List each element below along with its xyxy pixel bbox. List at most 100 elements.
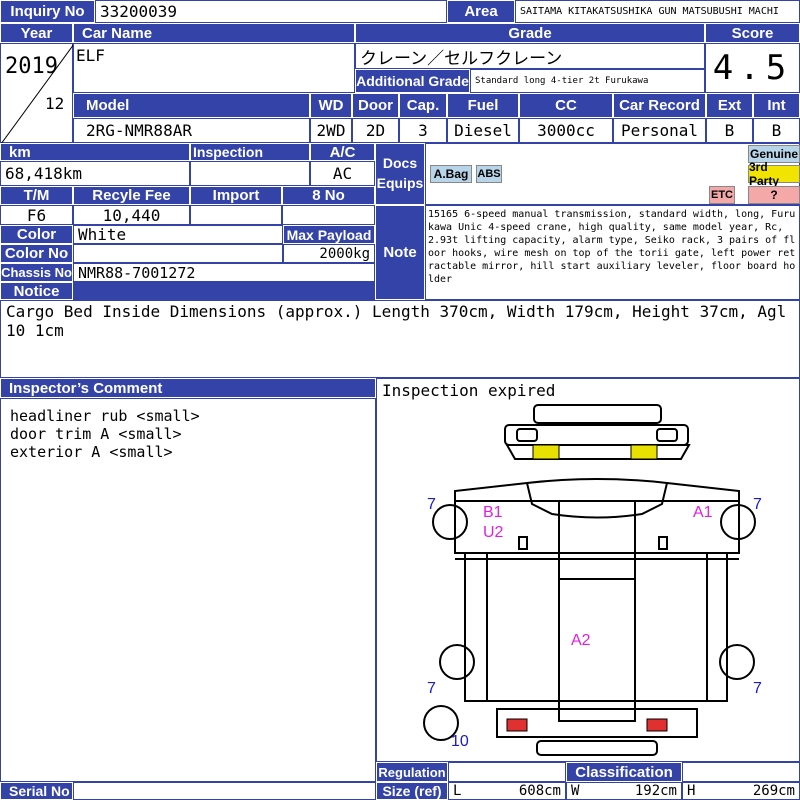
- mark-u2: U2: [483, 524, 504, 541]
- cap-value: 3: [399, 118, 447, 143]
- tm-value: F6: [0, 205, 73, 225]
- recycle-fee-value: 10,440: [73, 205, 190, 225]
- headlight-right: [630, 444, 658, 460]
- ac-value: AC: [310, 161, 375, 186]
- classification-label: Classification: [566, 762, 682, 782]
- inspector-comment-label: Inspector’s Comment: [0, 378, 376, 398]
- color-label: Color: [0, 225, 73, 244]
- comment-line: exterior A <small>: [10, 443, 173, 461]
- tire-front-left: [432, 504, 468, 540]
- headlight-left: [532, 444, 560, 460]
- area-value: SAITAMA KITAKATSUSHIKA GUN MATSUBUSHI MA…: [515, 0, 800, 23]
- note-value: 15165 6-speed manual transmission, stand…: [425, 205, 800, 300]
- inquiry-value: 33200039: [95, 0, 447, 23]
- year-label: Year: [0, 23, 73, 43]
- area-label: Area: [447, 0, 515, 23]
- inquiry-label: Inquiry No: [0, 0, 95, 23]
- notice-label: Notice: [0, 282, 73, 300]
- max-payload-label: Max Payload: [283, 225, 375, 244]
- tire-label-rr: 7: [753, 680, 762, 697]
- etc-badge: ETC: [709, 186, 735, 204]
- tire-rear-right: [719, 644, 755, 680]
- tire-label-fl: 7: [427, 496, 436, 513]
- cab-top: [454, 478, 740, 501]
- grade-value: クレーン／セルフクレーン: [355, 43, 705, 69]
- classification-value: [682, 762, 800, 782]
- size-ref-label: Size (ref): [376, 782, 448, 800]
- car-record-label: Car Record: [613, 93, 706, 118]
- equips-panel: A.Bag ABS Genuine 3rd Party ETC ?: [425, 143, 800, 205]
- tire-label-rl: 7: [427, 680, 436, 697]
- comment-line: door trim A <small>: [10, 425, 182, 443]
- ext-label: Ext: [706, 93, 753, 118]
- chassis-label: Chassis No: [0, 263, 73, 282]
- size-l-label: L: [453, 783, 462, 799]
- truck-diagram: B1 U2 A1 A2 7 7 7 7 10: [423, 404, 762, 756]
- color-value: White: [73, 225, 283, 244]
- abag-badge: A.Bag: [430, 165, 472, 183]
- mark-b1: B1: [483, 504, 503, 521]
- wd-label: WD: [310, 93, 352, 118]
- regulation-value: [448, 762, 566, 782]
- cc-value: 3000cc: [519, 118, 613, 143]
- door-label: Door: [352, 93, 399, 118]
- notice-header-bar: [73, 282, 375, 300]
- color-no-label: Color No: [0, 244, 73, 263]
- color-no-value: [73, 244, 283, 263]
- fuel-label: Fuel: [447, 93, 519, 118]
- additional-grade-label: Additional Grade: [355, 69, 470, 93]
- year-cell: 2019 12: [0, 43, 74, 144]
- car-name-value: ELF: [73, 43, 355, 93]
- ext-value: B: [706, 118, 753, 143]
- docs-equips-label: Docs Equips: [375, 143, 425, 205]
- size-l: L 608cm: [448, 782, 566, 800]
- max-payload-value: 2000kg: [283, 244, 375, 263]
- int-value: B: [753, 118, 800, 143]
- cargo-bed-frame: [464, 552, 728, 702]
- tire-label-spare: 10: [451, 733, 469, 750]
- grade-label: Grade: [355, 23, 705, 43]
- year-value: 2019: [5, 54, 58, 79]
- model-label: Model: [73, 93, 310, 118]
- additional-grade-value: Standard long 4-tier 2t Furukawa: [470, 69, 705, 93]
- tire-label-fr: 7: [753, 496, 762, 513]
- inspection-diagram-panel: Inspection expired B1 U2 A1 A2 7 7 7 7 1…: [376, 378, 800, 762]
- 8no-value: [282, 205, 375, 225]
- chassis-value: NMR88-7001272: [73, 263, 375, 282]
- size-l-value: 608cm: [518, 783, 561, 799]
- comment-line: headliner rub <small>: [10, 407, 200, 425]
- score-value: 4.5: [705, 43, 800, 93]
- size-h-label: H: [687, 783, 696, 799]
- import-value: [190, 205, 282, 225]
- serial-no-value: [73, 782, 376, 800]
- inspection-value: [190, 161, 310, 186]
- size-w-value: 192cm: [634, 783, 677, 799]
- fuel-value: Diesel: [447, 118, 519, 143]
- 8no-label: 8 No: [282, 186, 375, 205]
- mark-a2: A2: [571, 632, 591, 649]
- month-value: 12: [45, 94, 65, 113]
- third-party-badge: 3rd Party: [748, 160, 800, 188]
- int-label: Int: [753, 93, 800, 118]
- chassis-rail: [558, 500, 636, 722]
- regulation-label: Regulation: [376, 762, 448, 782]
- door-value: 2D: [352, 118, 399, 143]
- cap-label: Cap.: [399, 93, 447, 118]
- import-label: Import: [190, 186, 282, 205]
- km-label: km: [0, 143, 190, 161]
- unknown-badge: ?: [748, 186, 800, 204]
- size-w: W 192cm: [566, 782, 682, 800]
- wd-value: 2WD: [310, 118, 352, 143]
- taillight-left: [506, 718, 528, 732]
- inspector-comment-body: headliner rub <small> door trim A <small…: [0, 398, 376, 782]
- car-record-value: Personal: [613, 118, 706, 143]
- tire-rear-left: [439, 644, 475, 680]
- car-name-label: Car Name: [73, 23, 355, 43]
- taillight-right: [646, 718, 668, 732]
- front-bumper-top: [533, 404, 662, 424]
- notice-text: Cargo Bed Inside Dimensions (approx.) Le…: [0, 300, 800, 378]
- abs-badge: ABS: [476, 165, 502, 183]
- km-value: 68,418km: [0, 161, 190, 186]
- serial-no-label: Serial No: [0, 782, 73, 800]
- cc-label: CC: [519, 93, 613, 118]
